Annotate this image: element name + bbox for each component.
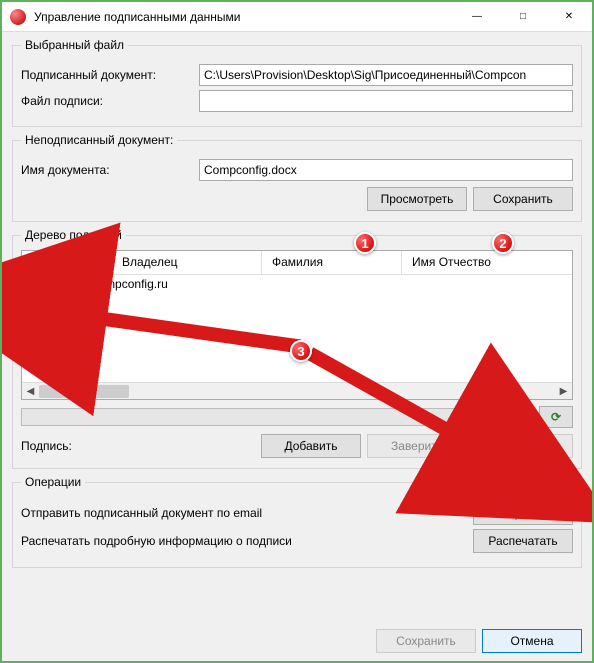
- annotation-badge-1: 1: [354, 232, 376, 254]
- tree-body[interactable]: ✔ mpconfig.ru: [22, 275, 572, 382]
- col-name-patronymic[interactable]: Имя Отчество: [402, 251, 572, 274]
- minimize-button[interactable]: —: [454, 2, 500, 32]
- progress-bar: [21, 408, 533, 426]
- content: Выбранный файл Подписанный документ: Фай…: [2, 32, 592, 621]
- print-button[interactable]: Распечатать: [473, 529, 573, 553]
- signature-tree: Статус Владелец Фамилия Имя Отчество ✔ m…: [21, 250, 573, 400]
- doc-name-label: Имя документа:: [21, 163, 191, 177]
- scroll-thumb[interactable]: [39, 385, 129, 398]
- annotation-badge-2: 2: [492, 232, 514, 254]
- group-selected-file-legend: Выбранный файл: [21, 38, 128, 52]
- group-unsigned-legend: Неподписанный документ:: [21, 133, 177, 147]
- tree-row-text: mpconfig.ru: [105, 277, 168, 291]
- group-selected-file: Выбранный файл Подписанный документ: Фай…: [12, 38, 582, 127]
- tree-row-checkbox[interactable]: [28, 278, 41, 291]
- footer-cancel-button[interactable]: Отмена: [482, 629, 582, 653]
- sig-file-input[interactable]: [199, 90, 573, 112]
- send-email-text: Отправить подписанный документ по email: [21, 506, 473, 520]
- refresh-button[interactable]: ⟳: [539, 406, 573, 428]
- signed-doc-input[interactable]: [199, 64, 573, 86]
- maximize-button[interactable]: □: [500, 2, 546, 32]
- col-surname[interactable]: Фамилия: [262, 251, 402, 274]
- print-info-text: Распечатать подробную информацию о подпи…: [21, 534, 473, 548]
- view-signature-button: Просмотреть: [473, 434, 573, 458]
- horizontal-scrollbar[interactable]: ◀ ▶: [22, 382, 572, 399]
- group-tree-legend: Дерево подписей: [21, 228, 126, 242]
- scroll-left-icon[interactable]: ◀: [22, 386, 39, 397]
- col-owner[interactable]: Владелец: [112, 251, 262, 274]
- view-button[interactable]: Просмотреть: [367, 187, 467, 211]
- group-ops-legend: Операции: [21, 475, 85, 489]
- app-icon: [10, 9, 26, 25]
- close-button[interactable]: ✕: [546, 2, 592, 32]
- titlebar: Управление подписанными данными — □ ✕: [2, 2, 592, 32]
- save-unsigned-button[interactable]: Сохранить: [473, 187, 573, 211]
- signature-label: Подпись:: [21, 439, 255, 453]
- signed-doc-label: Подписанный документ:: [21, 68, 191, 82]
- send-button[interactable]: Отправить: [473, 501, 573, 525]
- dialog-footer: Сохранить Отмена: [2, 621, 592, 661]
- group-operations: Операции Отправить подписанный документ …: [12, 475, 582, 568]
- annotation-badge-3: 3: [290, 340, 312, 362]
- col-status[interactable]: Статус: [22, 251, 112, 274]
- tree-row[interactable]: ✔ mpconfig.ru: [22, 275, 572, 293]
- group-unsigned-doc: Неподписанный документ: Имя документа: П…: [12, 133, 582, 222]
- add-signature-button[interactable]: Добавить: [261, 434, 361, 458]
- doc-name-input[interactable]: [199, 159, 573, 181]
- sig-file-label: Файл подписи:: [21, 94, 191, 108]
- window-title: Управление подписанными данными: [34, 10, 454, 24]
- footer-save-button: Сохранить: [376, 629, 476, 653]
- refresh-icon: ⟳: [551, 410, 561, 424]
- scroll-right-icon[interactable]: ▶: [555, 386, 572, 397]
- assure-button: Заверить: [367, 434, 467, 458]
- tree-header: Статус Владелец Фамилия Имя Отчество: [22, 251, 572, 275]
- scroll-track[interactable]: [39, 383, 555, 399]
- window: Управление подписанными данными — □ ✕ Вы…: [0, 0, 594, 663]
- checkmark-icon: ✔: [47, 277, 57, 291]
